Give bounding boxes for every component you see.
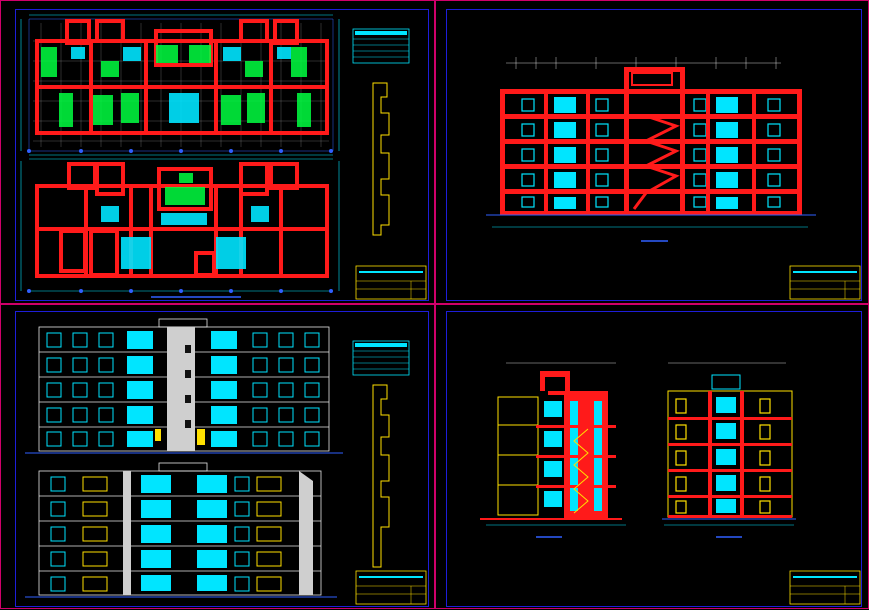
elevations-drawing <box>25 318 427 605</box>
title-block <box>789 265 861 300</box>
site-outline <box>372 384 390 568</box>
section-drawing <box>486 57 861 300</box>
legend-table <box>352 28 410 64</box>
sheet-longitudinal-section <box>435 0 869 304</box>
title-block <box>789 570 861 605</box>
title-block <box>355 570 427 605</box>
title-block <box>355 265 427 300</box>
site-outline <box>372 82 390 236</box>
cross-sections-drawing <box>480 362 861 605</box>
sheet-cross-sections <box>435 304 869 609</box>
sheet-floor-plans <box>0 0 435 304</box>
sheet-elevations <box>0 304 435 609</box>
legend-table <box>352 340 410 376</box>
floor-plans-drawing <box>20 14 427 300</box>
